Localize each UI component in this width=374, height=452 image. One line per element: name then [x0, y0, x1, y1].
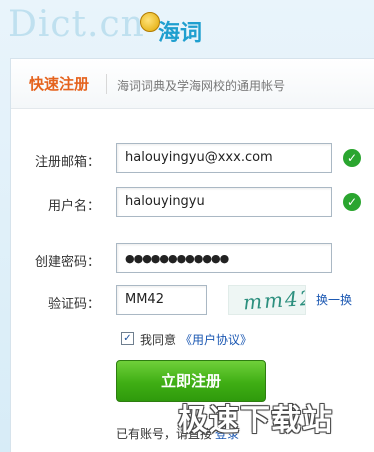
username-label: 用户名： [47, 199, 100, 214]
panel-subtitle: 海词词典及学海网校的通用帐号 [117, 79, 286, 93]
password-label: 创建密码： [34, 255, 100, 270]
password-field[interactable]: ●●●●●●●●●●●● [116, 243, 332, 273]
header: Dict.cn 海词 [0, 0, 374, 58]
captcha-image-text: mm42 [242, 285, 306, 315]
agree-checkbox[interactable]: ✓ [121, 332, 134, 345]
logo-text: Dict.cn [8, 4, 145, 45]
captcha-refresh-link[interactable]: 换一换 [316, 291, 352, 308]
email-label: 注册邮箱： [34, 155, 100, 170]
username-ok-icon: ✓ [343, 193, 361, 211]
panel-title: 快速注册 [29, 75, 90, 93]
panel-header: 快速注册 海词词典及学海网校的通用帐号 [11, 59, 374, 109]
bee-icon [140, 12, 160, 32]
email-ok-icon: ✓ [343, 149, 361, 167]
agree-label: 我同意 [140, 333, 177, 347]
captcha-input[interactable]: MM42 [116, 285, 207, 315]
email-field[interactable]: halouyingyu@xxx.com [116, 143, 332, 173]
logo-cn: 海词 [158, 21, 203, 46]
captcha-label: 验证码： [47, 297, 100, 312]
captcha-image[interactable]: mm42 [228, 285, 306, 315]
username-field[interactable]: halouyingyu [116, 187, 332, 217]
user-agreement-link[interactable]: 《用户协议》 [180, 331, 252, 348]
title-divider [106, 74, 107, 94]
watermark: 极速下载站 [178, 403, 333, 438]
